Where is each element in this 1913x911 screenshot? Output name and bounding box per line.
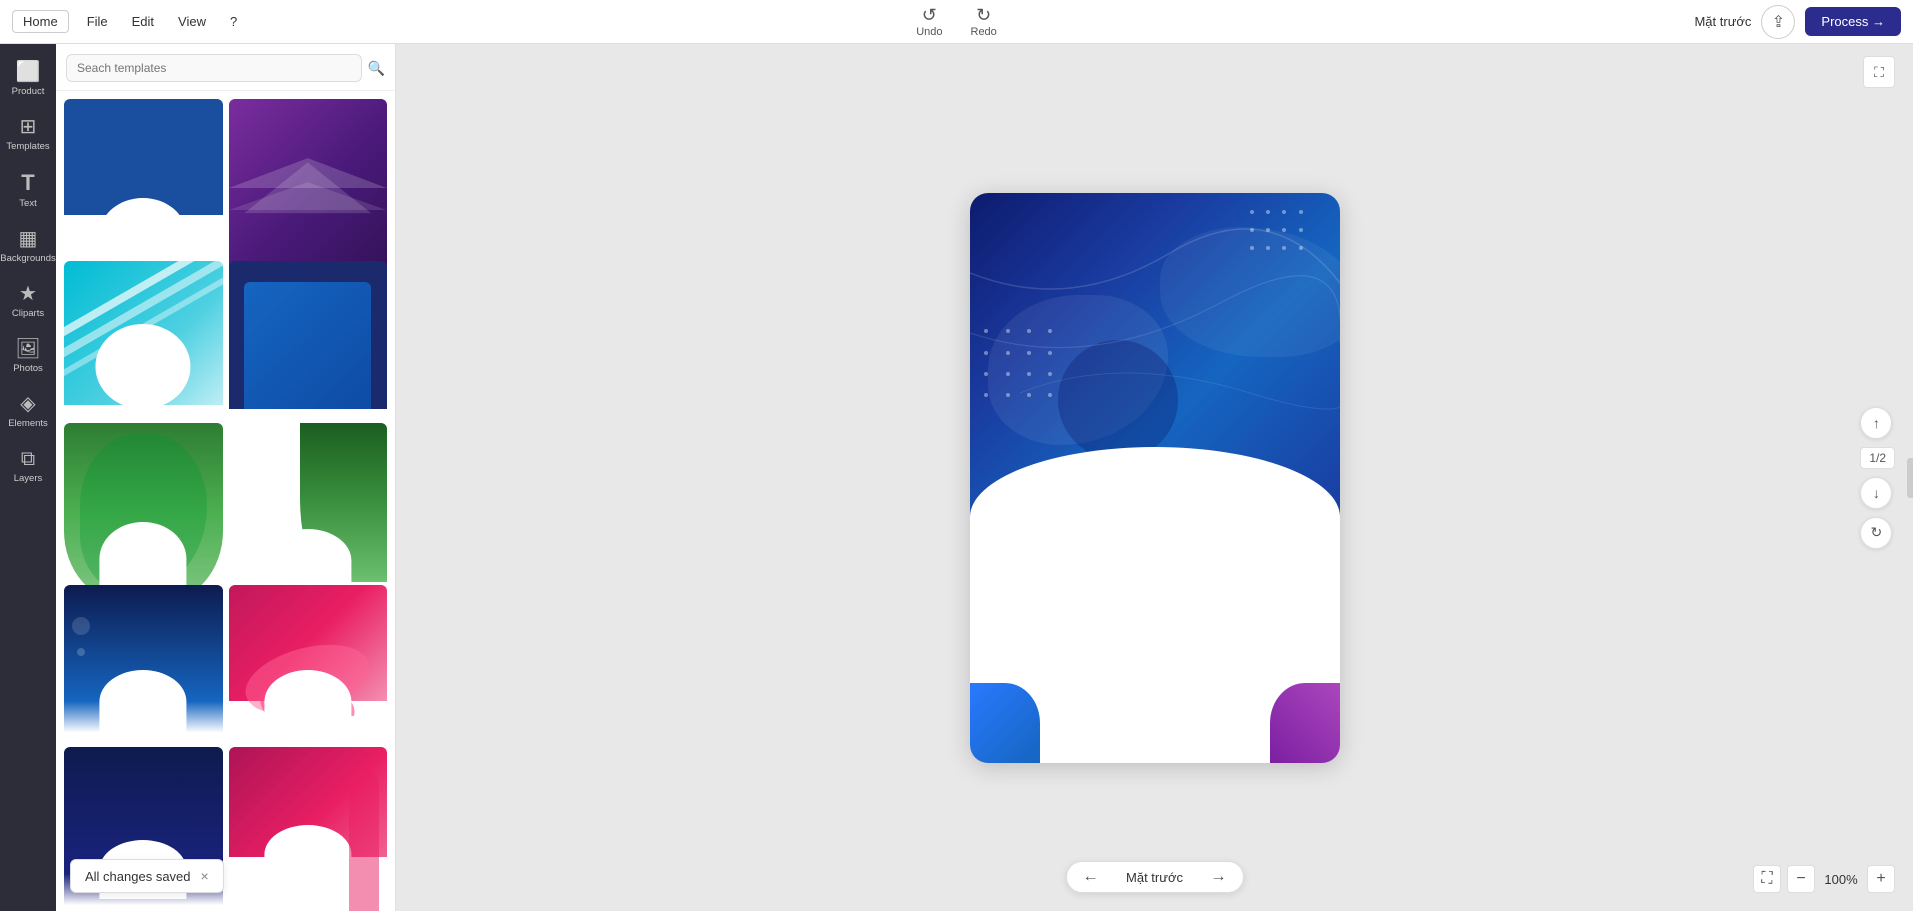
sidebar-item-backgrounds[interactable]: ▦ Backgrounds [0, 219, 56, 274]
sidebar-item-cliparts[interactable]: ★ Cliparts [0, 274, 56, 329]
sidebar-item-elements[interactable]: ◈ Elements [0, 384, 56, 439]
search-input[interactable] [66, 54, 362, 82]
sidebar-item-templates[interactable]: ⊞ Templates [0, 107, 56, 162]
sidebar-label-backgrounds: Backgrounds [0, 253, 55, 264]
templates-icon: ⊞ [20, 117, 37, 137]
redo-label: Redo [971, 26, 997, 38]
zoom-out-button[interactable]: − [1787, 865, 1815, 893]
sidebar-label-elements: Elements [8, 418, 48, 429]
sidebar-label-templates: Templates [6, 141, 49, 152]
product-icon: ⬜ [16, 62, 41, 82]
notification-message: All changes saved [85, 869, 191, 884]
fullscreen-button[interactable]: ⛶ [1753, 865, 1781, 893]
expand-button[interactable]: ⛶ [1863, 56, 1895, 88]
zoom-out-icon: − [1796, 870, 1805, 888]
canvas-document[interactable] [970, 193, 1340, 763]
sidebar-item-product[interactable]: ⬜ Product [0, 52, 56, 107]
file-menu[interactable]: File [81, 11, 114, 32]
search-icon: 🔍 [368, 60, 385, 77]
photos-icon: 🖼 [15, 339, 40, 359]
sidebar-label-photos: Photos [13, 363, 43, 374]
elements-icon: ◈ [20, 394, 35, 414]
share-icon: ⇪ [1772, 12, 1785, 32]
next-page-button[interactable]: → [1211, 868, 1227, 886]
sidebar-item-photos[interactable]: 🖼 Photos [0, 329, 56, 384]
zoom-in-icon: + [1876, 870, 1885, 888]
bottom-accent-left [970, 683, 1040, 763]
sidebar-label-layers: Layers [14, 473, 43, 484]
topbar-right: Mặt trước ⇪ Process → [1694, 5, 1901, 39]
zoom-controls: ⛶ − 100% + [1753, 865, 1895, 893]
redo-button[interactable]: ↻ Redo [965, 4, 1003, 40]
zoom-in-button[interactable]: + [1867, 865, 1895, 893]
sidebar-label-text: Text [19, 198, 36, 209]
canvas-side-nav: ↑ 1/2 ↓ ↻ [1860, 407, 1895, 549]
down-arrow-icon: ↓ [1873, 485, 1880, 501]
topbar-center: ↺ Undo ↻ Redo [910, 4, 1003, 40]
mat-truoc-label: Mặt trước [1694, 14, 1751, 29]
undo-label: Undo [916, 26, 942, 38]
view-menu[interactable]: View [172, 11, 212, 32]
page-nav-label: Mặt trước [1115, 870, 1195, 885]
scroll-up-button[interactable]: ↑ [1860, 407, 1892, 439]
sidebar-item-layers[interactable]: ⧉ Layers [0, 439, 56, 494]
rotate-icon: ↻ [1870, 524, 1882, 541]
rotate-button[interactable]: ↻ [1860, 517, 1892, 549]
right-edge-handle[interactable] [1907, 458, 1913, 498]
sidebar-label-product: Product [12, 86, 45, 97]
zoom-value: 100% [1821, 872, 1861, 887]
home-button[interactable]: Home [12, 10, 69, 33]
process-button[interactable]: Process → [1805, 7, 1901, 36]
topbar: Home File Edit View ? ↺ Undo ↻ Redo Mặt … [0, 0, 1913, 44]
edit-menu[interactable]: Edit [126, 11, 160, 32]
canvas-area: ⛶ [396, 44, 1913, 911]
backgrounds-icon: ▦ [19, 229, 38, 249]
share-button[interactable]: ⇪ [1761, 5, 1795, 39]
card-top-section [970, 193, 1340, 535]
fullscreen-icon: ⛶ [1761, 870, 1772, 888]
notification-bar: All changes saved × [70, 859, 224, 893]
sidebar-item-text[interactable]: T Text [0, 162, 56, 219]
templates-panel: 🔍 [56, 44, 396, 911]
search-bar: 🔍 [56, 44, 395, 91]
help-menu[interactable]: ? [224, 11, 243, 32]
template-card-10[interactable] [229, 747, 388, 911]
main-area: ⬜ Product ⊞ Templates T Text ▦ Backgroun… [0, 44, 1913, 911]
prev-page-button[interactable]: ← [1083, 868, 1099, 886]
sidebar: ⬜ Product ⊞ Templates T Text ▦ Backgroun… [0, 44, 56, 911]
card-bottom-section [970, 523, 1340, 762]
cliparts-icon: ★ [19, 284, 37, 304]
canvas-bottom-nav: ← Mặt trước → [1066, 861, 1244, 893]
bottom-accent-right [1270, 683, 1340, 763]
scroll-down-button[interactable]: ↓ [1860, 477, 1892, 509]
page-indicator: 1/2 [1860, 447, 1895, 469]
sidebar-label-cliparts: Cliparts [12, 308, 44, 319]
notification-close-button[interactable]: × [201, 868, 209, 884]
up-arrow-icon: ↑ [1873, 415, 1880, 431]
text-icon: T [21, 172, 34, 194]
redo-icon: ↻ [976, 6, 991, 24]
undo-button[interactable]: ↺ Undo [910, 4, 948, 40]
layers-icon: ⧉ [21, 449, 35, 469]
templates-grid [56, 91, 395, 911]
undo-icon: ↺ [922, 6, 937, 24]
expand-icon: ⛶ [1874, 64, 1884, 81]
